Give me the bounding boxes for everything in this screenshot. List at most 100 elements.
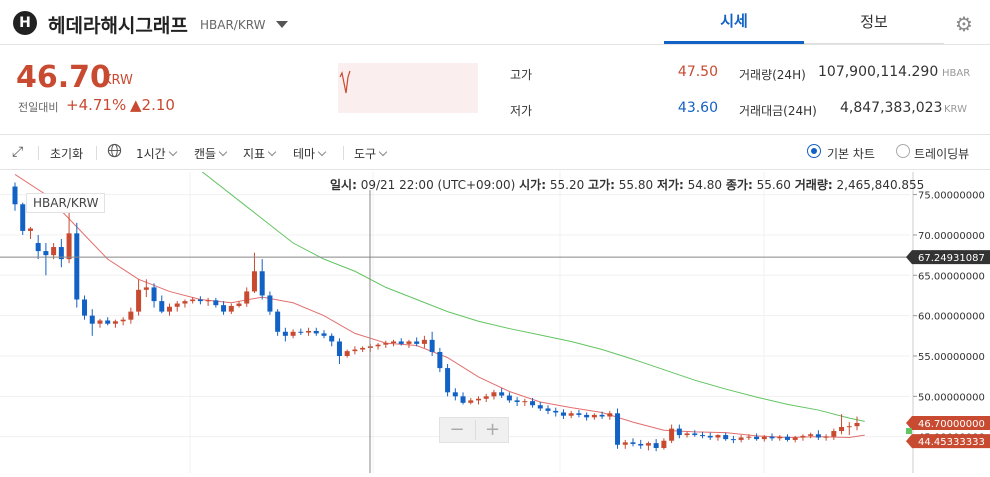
chart-pair-label: HBAR/KRW [26, 193, 106, 213]
crosshair-price-tag: 67.24931087 [918, 253, 985, 264]
candle-body [321, 333, 327, 336]
candle-body [89, 315, 95, 324]
candle-body [429, 339, 435, 352]
candle-body [715, 435, 721, 438]
candle-body [74, 233, 80, 300]
candle-body [684, 433, 690, 436]
interval-select[interactable]: 1시간 [136, 145, 177, 162]
price-unit: KRW [103, 73, 133, 88]
coin-pair[interactable]: HBAR/KRW [200, 18, 265, 32]
candle-body [506, 395, 512, 401]
time-label: 일시: [330, 178, 357, 192]
ma-long-marker [906, 428, 912, 435]
open-label: 시가: [519, 178, 547, 192]
candle-body [738, 437, 744, 440]
ma-line-long [200, 169, 865, 422]
sparkline-chart [339, 70, 351, 94]
reset-button[interactable]: 초기화 [50, 145, 83, 162]
high-label: 고가 [510, 68, 533, 82]
candle-body [336, 341, 342, 356]
toolbar-divider [38, 146, 39, 160]
candle-body [166, 306, 172, 312]
y-tick-label: 75.00000000 [918, 191, 985, 202]
indicator-select[interactable]: 지표 [243, 145, 277, 162]
candle-body [746, 436, 752, 438]
globe-svg [107, 143, 122, 158]
candle-select[interactable]: 캔들 [194, 145, 228, 162]
candle-body [445, 368, 451, 393]
candle-body [51, 247, 57, 256]
candle-body [112, 321, 118, 324]
y-tick-label: 55.00000000 [918, 352, 985, 363]
zoom-in-button[interactable]: + [475, 420, 509, 440]
candle-body [522, 401, 528, 403]
expand-icon[interactable]: ⤢ [12, 144, 23, 160]
close-label: 종가: [725, 178, 753, 192]
candle-body [622, 442, 628, 445]
candle-body [398, 341, 404, 344]
tradingview-label[interactable]: 트레이딩뷰 [914, 145, 969, 162]
tradingview-radio[interactable] [896, 144, 910, 158]
candle-body [344, 351, 350, 356]
volume-value: 107,900,114.290 [818, 64, 939, 80]
candle-body [537, 405, 543, 409]
time-value: 09/21 22:00 (UTC+09:00) [360, 178, 516, 192]
candle-body [197, 299, 203, 302]
change-amount: ▲2.10 [130, 96, 175, 114]
toolbar-divider [343, 146, 344, 160]
y-tick-label: 50.00000000 [918, 392, 985, 403]
change-percent: +4.71% [66, 96, 127, 114]
zoom-out-button[interactable]: − [440, 420, 474, 440]
candle-body [475, 398, 481, 401]
tab-info[interactable]: 정보 [804, 0, 944, 44]
candle-body [414, 341, 420, 344]
candle-body [499, 392, 505, 396]
candle-body [205, 300, 211, 302]
open-value: 55.20 [549, 178, 585, 192]
candle-body [20, 204, 26, 231]
candle-body [808, 434, 814, 436]
theme-select[interactable]: 테마 [293, 145, 327, 162]
candle-body [854, 422, 860, 427]
candle-body [190, 299, 196, 302]
candle-body [615, 413, 621, 445]
chevron-down-icon [218, 147, 228, 157]
candle-body [591, 414, 597, 418]
sparkline [338, 63, 478, 113]
sparkline-line [339, 70, 351, 94]
tab-price[interactable]: 시세 [664, 0, 804, 44]
basic-chart-radio[interactable] [807, 144, 821, 158]
candle-body [769, 436, 775, 439]
high-value: 47.50 [677, 64, 718, 80]
gear-icon[interactable]: ⚙ [955, 12, 973, 36]
chevron-down-icon[interactable] [276, 21, 288, 28]
tools-select[interactable]: 도구 [354, 145, 388, 162]
candle-body [723, 435, 729, 440]
candle-body [27, 228, 33, 231]
candle-body [143, 287, 149, 290]
candle-body [228, 305, 234, 312]
candle-body [792, 437, 798, 440]
candle-body [120, 319, 126, 322]
amount-value: 4,847,383,023 [840, 100, 943, 116]
ma-price-tag: 44.45333333 [918, 437, 985, 448]
chevron-down-icon [378, 147, 388, 157]
candle-body [545, 408, 551, 411]
candle-body [468, 400, 474, 403]
candle-body [12, 186, 18, 205]
candle-body [298, 331, 304, 333]
candle-body [460, 396, 466, 403]
candle-body [105, 320, 111, 324]
amount-unit: KRW [944, 104, 967, 115]
high-label: 고가: [588, 178, 615, 192]
candle-body [653, 443, 659, 448]
coin-name[interactable]: 헤데라해시그래프 [48, 11, 188, 38]
interval-label: 1시간 [136, 147, 166, 161]
chevron-down-icon [168, 147, 177, 157]
candle-body [406, 341, 412, 344]
globe-icon[interactable] [107, 143, 122, 161]
ma-line-short [14, 174, 865, 438]
low-value: 43.60 [677, 100, 718, 116]
candle-body [584, 414, 590, 418]
basic-chart-label[interactable]: 기본 차트 [827, 145, 875, 162]
